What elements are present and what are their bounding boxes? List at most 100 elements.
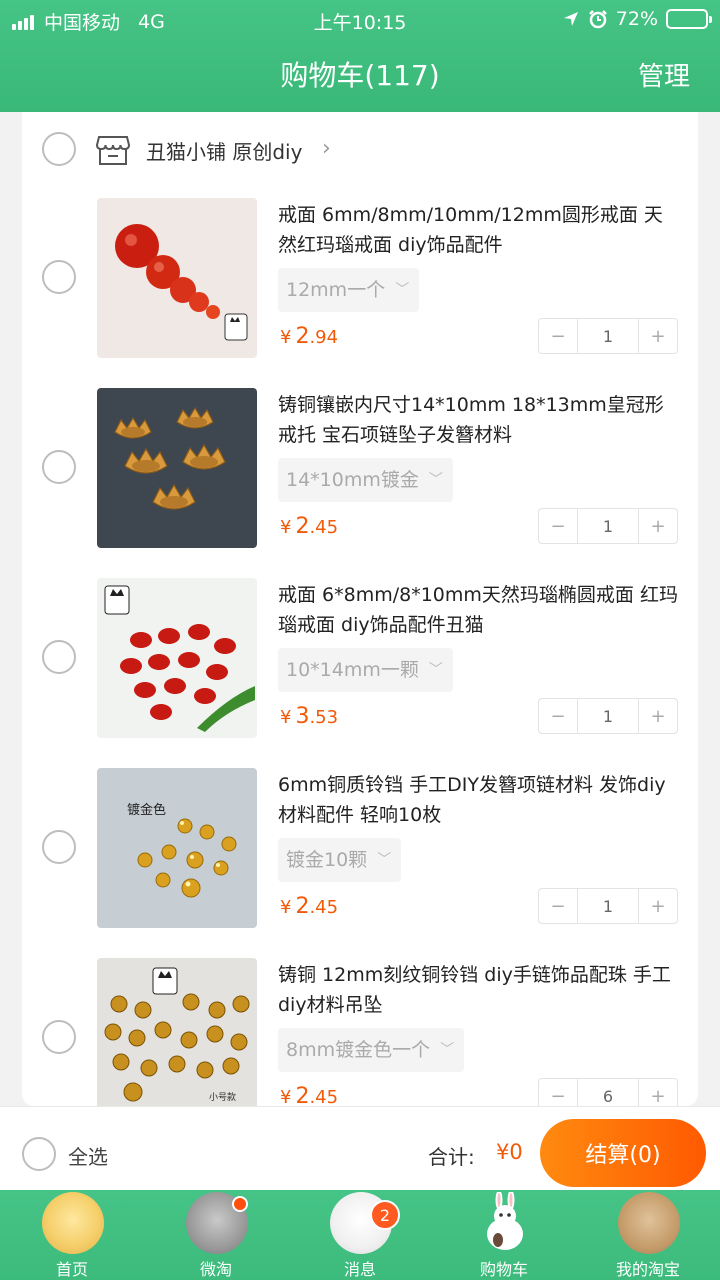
spec-label: 14*10mm镀金 [286,469,419,491]
price-decimal: .53 [309,707,339,728]
select-all-radio[interactable] [22,1137,56,1171]
cart-item: 戒面 6mm/8mm/10mm/12mm圆形戒面 天然红玛瑙戒面 diy饰品配件… [22,198,698,388]
tab-label: 微淘 [199,1260,232,1279]
increase-button[interactable]: + [639,319,677,353]
currency-symbol: ¥ [280,327,292,348]
cart-item: 铸铜镶嵌内尺寸14*10mm 18*13mm皇冠形戒托 宝石项链坠子发簪材料 1… [22,388,698,578]
chevron-down-icon: ﹀ [428,472,443,488]
spec-label: 镀金10颗 [286,849,368,871]
product-name[interactable]: 铸铜镶嵌内尺寸14*10mm 18*13mm皇冠形戒托 宝石项链坠子发簪材料 [278,390,678,450]
status-bar: 中国移动 4G 上午10:15 72% [0,0,720,38]
battery-percent: 72% [615,8,658,30]
price-integer: 2 [295,894,310,919]
cart-item: 戒面 6*8mm/8*10mm天然玛瑙椭圆戒面 红玛瑙戒面 diy饰品配件丑猫 … [22,578,698,768]
product-name[interactable]: 铸铜 12mm刻纹铜铃铛 diy手链饰品配珠 手工diy材料吊坠 [278,960,678,1020]
decrease-button[interactable]: − [539,319,577,353]
quantity-stepper[interactable]: −1 + [538,508,678,544]
tab-cart[interactable]: 购物车 [432,1190,576,1280]
cart-list[interactable]: 丑猫小铺 原创diy › 戒面 6mm/8mm/10mm/12mm圆形戒面 天然… [22,112,698,1106]
quantity-stepper[interactable]: −6 + [538,1078,678,1106]
battery-icon [666,9,712,29]
item-select-radio[interactable] [42,830,76,864]
tab-weitao[interactable]: 微淘 [144,1190,288,1280]
increase-button[interactable]: + [639,699,677,733]
manage-button[interactable]: 管理 [638,56,690,93]
product-name[interactable]: 戒面 6*8mm/8*10mm天然玛瑙椭圆戒面 红玛瑙戒面 diy饰品配件丑猫 [278,580,678,640]
chevron-down-icon: ﹀ [440,1042,455,1058]
product-thumbnail[interactable] [97,578,257,738]
price-decimal: .45 [309,517,339,538]
total-label: 合计: [428,1145,475,1169]
chevron-right-icon[interactable]: › [322,136,331,161]
profile-pet-icon [618,1192,680,1254]
tab-home[interactable]: 首页 [0,1190,144,1280]
quantity-value[interactable]: 1 [577,699,639,733]
quantity-value[interactable]: 1 [577,319,639,353]
currency-symbol: ¥ [280,517,292,538]
price-decimal: .45 [309,1087,339,1106]
spec-selector[interactable]: 8mm镀金色一个 ﹀ [278,1028,465,1072]
increase-button[interactable]: + [639,1079,677,1107]
price-integer: 2 [295,1084,310,1106]
chevron-down-icon: ﹀ [377,852,392,868]
quantity-value[interactable]: 1 [577,509,639,543]
app-header: 中国移动 4G 上午10:15 72% 购物车(117) 管理 [0,0,720,112]
decrease-button[interactable]: − [539,1079,577,1107]
tab-profile[interactable]: 我的淘宝 [576,1190,720,1280]
notification-dot [232,1196,248,1212]
decrease-button[interactable]: − [539,509,577,543]
price-decimal: .45 [309,897,339,918]
store-select-radio[interactable] [42,132,76,166]
product-price: ¥2.94 [280,324,338,349]
tab-label: 首页 [55,1260,88,1279]
cart-item: 镀金色 6mm铜质铃铛 手工DIY发簪项链材料 发饰diy材料配件 轻响10枚 … [22,768,698,958]
spec-selector[interactable]: 镀金10颗 ﹀ [278,838,402,882]
spec-selector[interactable]: 12mm一个 ﹀ [278,268,420,312]
status-right: 72% [562,8,712,30]
item-select-radio[interactable] [42,450,76,484]
store-name[interactable]: 丑猫小铺 原创diy [146,136,302,165]
item-select-radio[interactable] [42,1020,76,1054]
product-thumbnail[interactable] [97,388,257,548]
spec-selector[interactable]: 10*14mm一颗 ﹀ [278,648,453,692]
store-row: 丑猫小铺 原创diy › [22,112,698,188]
tab-messages[interactable]: 2 消息 [288,1190,432,1280]
thumbnail-caption: 镀金色 [127,802,166,818]
decrease-button[interactable]: − [539,699,577,733]
increase-button[interactable]: + [639,889,677,923]
currency-symbol: ¥ [280,707,292,728]
product-price: ¥3.53 [280,704,338,729]
product-thumbnail[interactable]: 镀金色 [97,768,257,928]
select-all-label[interactable]: 全选 [68,1141,108,1170]
product-name[interactable]: 6mm铜质铃铛 手工DIY发簪项链材料 发饰diy材料配件 轻响10枚 [278,770,678,830]
home-pet-icon [42,1192,104,1254]
spec-selector[interactable]: 14*10mm镀金 ﹀ [278,458,453,502]
spec-label: 8mm镀金色一个 [286,1039,431,1061]
tab-label: 我的淘宝 [615,1260,680,1279]
thumbnail-caption: 小号款 [209,1091,236,1103]
quantity-stepper[interactable]: −1 + [538,318,678,354]
store-icon [96,136,130,165]
price-integer: 2 [295,514,310,539]
item-select-radio[interactable] [42,640,76,674]
quantity-value[interactable]: 1 [577,889,639,923]
location-arrow-icon [563,12,578,26]
checkout-button[interactable]: 结算(0) [540,1119,706,1187]
quantity-stepper[interactable]: −1 + [538,698,678,734]
price-integer: 2 [295,324,310,349]
quantity-value[interactable]: 6 [577,1079,639,1106]
quantity-stepper[interactable]: −1 + [538,888,678,924]
cart-pet-icon [487,1192,523,1250]
product-thumbnail[interactable] [97,198,257,358]
alarm-icon [588,10,607,29]
product-thumbnail[interactable]: 小号款 [97,958,257,1106]
product-price: ¥2.45 [280,514,338,539]
tab-label: 消息 [343,1260,376,1279]
decrease-button[interactable]: − [539,889,577,923]
cart-item: 小号款 铸铜 12mm刻纹铜铃铛 diy手链饰品配珠 手工diy材料吊坠 8mm… [22,958,698,1106]
product-name[interactable]: 戒面 6mm/8mm/10mm/12mm圆形戒面 天然红玛瑙戒面 diy饰品配件 [278,200,678,260]
increase-button[interactable]: + [639,509,677,543]
product-price: ¥2.45 [280,1084,338,1106]
item-select-radio[interactable] [42,260,76,294]
spec-label: 12mm一个 [286,279,386,301]
